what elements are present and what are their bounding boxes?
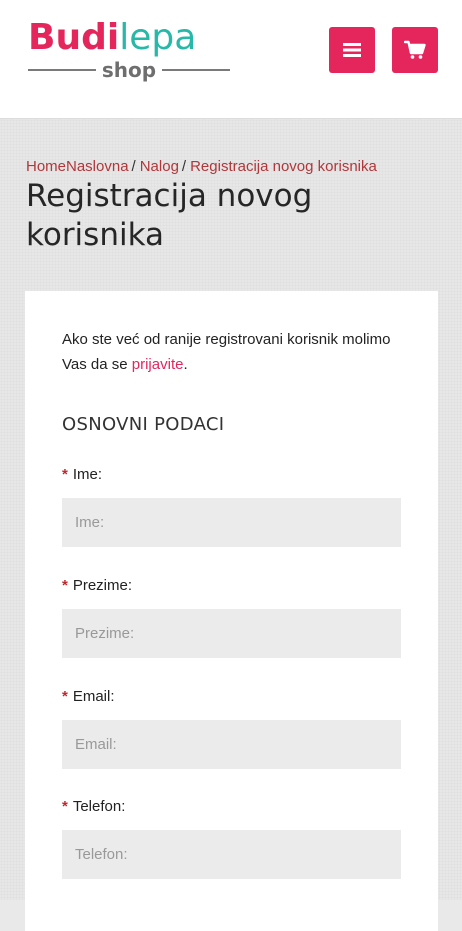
logo-text-shop: shop: [101, 58, 157, 82]
page-title: Registracija novog korisnika: [26, 178, 313, 253]
breadcrumb-home-link[interactable]: HomeNaslovna: [26, 158, 129, 175]
site-header: Budilepa shop: [0, 0, 462, 119]
section-title-basic-info: OSNOVNI PODACI: [62, 414, 225, 435]
login-prompt-text: Ako ste već od ranije registrovani koris…: [62, 327, 412, 377]
breadcrumb-separator: /: [131, 158, 136, 175]
cart-button[interactable]: [392, 27, 438, 73]
last-name-label-text: Prezime:: [72, 577, 133, 594]
email-input[interactable]: [62, 720, 401, 769]
required-marker: *: [62, 798, 68, 815]
logo-text-budi: Budi: [28, 17, 120, 58]
hamburger-menu-icon: [342, 42, 362, 58]
site-logo[interactable]: Budilepa shop: [28, 16, 238, 82]
breadcrumb-current-link[interactable]: Registracija novog korisnika: [190, 158, 377, 175]
first-name-label-text: Ime:: [72, 466, 103, 483]
login-prompt-end: .: [183, 356, 188, 373]
breadcrumb: HomeNaslovna / Nalog / Registracija novog ko…: [26, 158, 377, 176]
main-content: HomeNaslovna / Nalog / Registracija novog ko…: [0, 119, 462, 931]
required-marker: *: [62, 688, 68, 705]
logo-rule-left: [28, 69, 96, 71]
required-marker: *: [62, 466, 68, 483]
logo-text-lepa: lepa: [119, 17, 197, 58]
phone-label-text: Telefon:: [72, 798, 126, 815]
breadcrumb-separator: /: [181, 158, 187, 175]
logo-rule-right: [162, 69, 231, 71]
menu-button[interactable]: [329, 27, 375, 73]
email-label-text: Email:: [72, 688, 115, 705]
login-link[interactable]: prijavite: [132, 356, 184, 373]
last-name-input[interactable]: [62, 609, 401, 658]
logo-subline: shop: [28, 58, 231, 82]
phone-label: * Telefon:: [62, 797, 125, 817]
breadcrumb-account-link[interactable]: Nalog: [140, 158, 179, 175]
first-name-label: * Ime:: [62, 465, 102, 485]
shopping-cart-icon: [404, 40, 426, 60]
login-prompt-body: Ako ste već od ranije registrovani koris…: [62, 331, 391, 373]
required-marker: *: [62, 577, 68, 594]
logo-wordmark: Budilepa: [28, 16, 196, 60]
phone-input[interactable]: [62, 830, 401, 879]
email-label: * Email:: [62, 687, 115, 707]
registration-form-card: Ako ste već od ranije registrovani koris…: [25, 291, 438, 931]
last-name-label: * Prezime:: [62, 576, 132, 596]
first-name-input[interactable]: [62, 498, 401, 547]
